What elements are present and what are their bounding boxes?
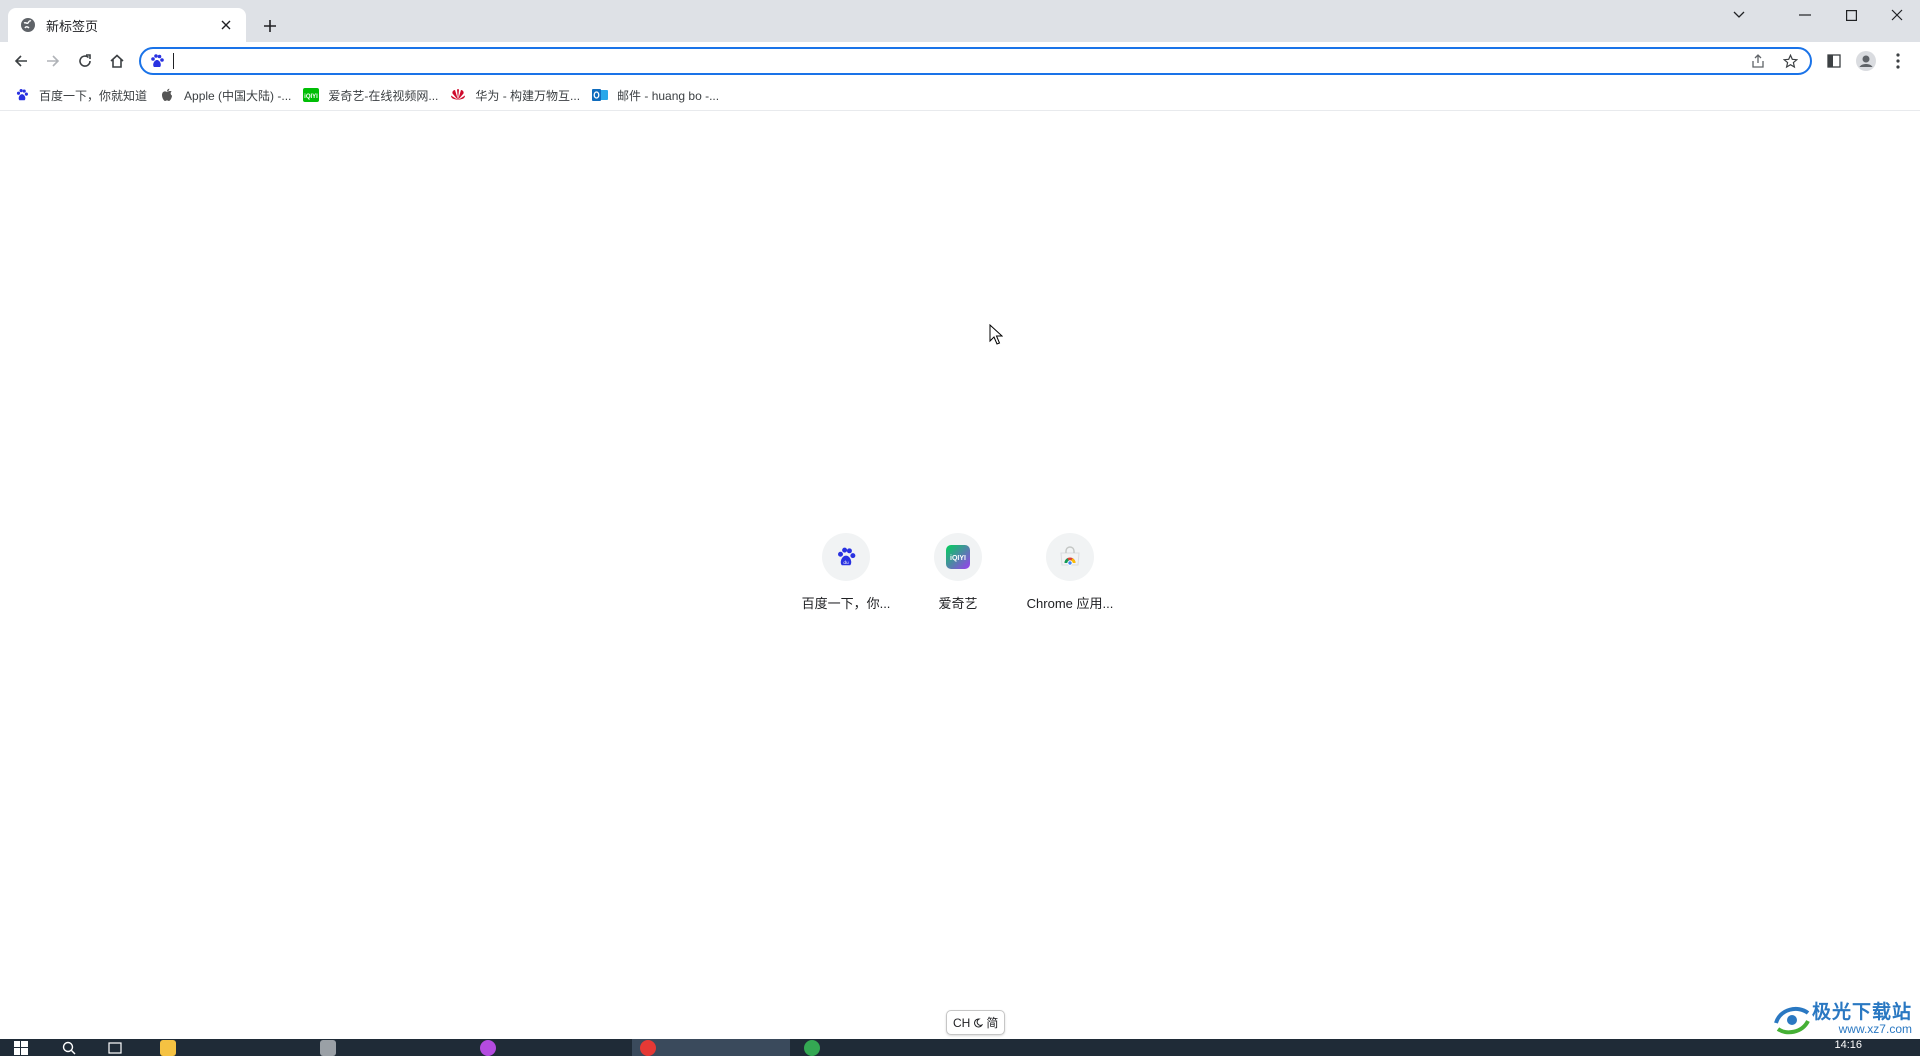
bookmarks-bar: 百度一下，你就知道 Apple (中国大陆) -... iQIYI 爱奇艺-在线… — [0, 80, 1920, 111]
baidu-paw-icon: du — [838, 547, 856, 566]
taskbar-app-file-explorer[interactable] — [152, 1039, 302, 1056]
bookmark-label: 爱奇艺-在线视频网... — [328, 88, 439, 103]
start-button[interactable] — [14, 1039, 46, 1056]
minimize-icon[interactable] — [1782, 0, 1828, 30]
share-icon[interactable] — [1744, 49, 1772, 73]
browser-window: 新标签页 百度一下，你就知道 Apple (中国大陆) -... iQIYI 爱… — [0, 0, 1920, 1056]
chrome-icon — [640, 1039, 656, 1056]
bookmark-star-icon[interactable] — [1776, 49, 1804, 73]
taskbar-app-document[interactable] — [312, 1039, 462, 1056]
address-bar[interactable] — [139, 47, 1812, 75]
paint-icon — [480, 1039, 496, 1056]
arrow-right-icon — [47, 55, 60, 67]
search-tabs-icon[interactable] — [1716, 0, 1762, 30]
bookmark-label: Apple (中国大陆) -... — [184, 88, 292, 103]
reload-button[interactable] — [69, 45, 101, 77]
bookmark-iqiyi[interactable]: iQIYI 爱奇艺-在线视频网... — [299, 82, 446, 108]
ime-language: CH — [953, 1015, 971, 1030]
bookmark-baidu[interactable]: 百度一下，你就知道 — [10, 82, 155, 108]
tab-title: 新标签页 — [46, 18, 99, 34]
taskbar-app-green[interactable] — [796, 1039, 946, 1056]
iqiyi-icon: iQIYI — [946, 545, 970, 569]
apple-icon — [159, 87, 175, 103]
side-panel-icon — [1827, 54, 1841, 68]
ime-mode: 简 — [986, 1016, 999, 1030]
clock-time[interactable]: 14:16 — [1834, 1039, 1862, 1051]
outlook-icon — [592, 87, 609, 103]
task-view-icon[interactable] — [108, 1039, 138, 1056]
toolbar — [0, 42, 1920, 80]
avatar-icon — [1856, 51, 1876, 71]
maximize-icon[interactable] — [1828, 0, 1874, 30]
svg-text:iQIYI: iQIYI — [950, 555, 966, 562]
tab-new-tab[interactable]: 新标签页 — [8, 8, 246, 42]
new-tab-button[interactable] — [256, 12, 284, 40]
taskbar-search-icon[interactable] — [62, 1039, 92, 1056]
arrow-left-icon — [14, 55, 27, 67]
baidu-paw-icon — [14, 87, 30, 103]
shortcut-label: Chrome 应用... — [1026, 596, 1114, 611]
document-icon — [320, 1039, 336, 1056]
new-tab-page: du 百度一下，你... iQIYI 爱奇艺 Chrome 应用... — [0, 111, 1920, 1039]
ime-indicator[interactable]: CH 简 — [946, 1010, 1006, 1035]
address-input[interactable] — [173, 50, 1744, 72]
windows-icon — [14, 1040, 28, 1055]
tile-icon: du — [822, 533, 870, 581]
moon-icon — [974, 1017, 984, 1027]
shortcut-tile-iqiyi[interactable]: iQIYI 爱奇艺 — [902, 525, 1014, 637]
forward-button[interactable] — [37, 45, 69, 77]
taskbar-app-paint[interactable] — [472, 1039, 622, 1056]
kebab-menu-icon — [1896, 53, 1900, 69]
shortcut-label: 爱奇艺 — [938, 596, 978, 611]
site-watermark: 极光下载站 www.xz7.com — [1772, 1001, 1912, 1037]
watermark-logo-icon — [1774, 1006, 1810, 1035]
side-panel-button[interactable] — [1818, 45, 1850, 77]
taskbar-app-chrome[interactable] — [632, 1039, 790, 1056]
app-icon — [804, 1039, 820, 1056]
mouse-pointer-icon — [989, 324, 1003, 345]
menu-button[interactable] — [1882, 45, 1914, 77]
bookmark-apple[interactable]: Apple (中国大陆) -... — [155, 82, 299, 108]
bookmark-outlook-mail[interactable]: 邮件 - huang bo -... — [588, 82, 727, 108]
window-controls — [1716, 0, 1920, 30]
iqiyi-icon: iQIYI — [303, 87, 320, 103]
close-icon[interactable] — [1874, 0, 1920, 30]
plus-icon — [264, 20, 276, 32]
profile-button[interactable] — [1850, 45, 1882, 77]
address-bar-actions — [1744, 49, 1810, 73]
baidu-paw-icon — [149, 53, 165, 69]
shortcut-tile-chrome-web-store[interactable]: Chrome 应用... — [1014, 525, 1126, 637]
tab-strip: 新标签页 — [0, 0, 1920, 42]
shortcut-tile-baidu[interactable]: du 百度一下，你... — [790, 525, 902, 637]
bookmark-label: 百度一下，你就知道 — [39, 88, 148, 103]
tile-icon: iQIYI — [934, 533, 982, 581]
home-icon — [110, 54, 124, 68]
taskbar: 14:16 — [0, 1039, 1920, 1056]
watermark-text: 极光下载站 — [1811, 1001, 1912, 1023]
tile-icon — [1046, 533, 1094, 581]
text-caret — [173, 53, 174, 69]
bookmark-label: 邮件 - huang bo -... — [617, 88, 720, 103]
bookmark-label: 华为 - 构建万物互... — [475, 88, 581, 103]
shortcut-label: 百度一下，你... — [801, 596, 891, 611]
reload-icon — [79, 54, 91, 67]
shortcut-tiles: du 百度一下，你... iQIYI 爱奇艺 Chrome 应用... — [790, 525, 1126, 637]
huawei-icon — [450, 87, 466, 103]
back-button[interactable] — [5, 45, 37, 77]
globe-icon — [20, 17, 36, 33]
chrome-webstore-icon — [1060, 546, 1080, 566]
folder-icon — [160, 1039, 176, 1056]
svg-text:iQIYI: iQIYI — [305, 94, 319, 100]
tab-close-icon[interactable] — [216, 15, 236, 35]
bookmark-huawei[interactable]: 华为 - 构建万物互... — [446, 82, 588, 108]
svg-text:du: du — [843, 560, 849, 566]
home-button[interactable] — [101, 45, 133, 77]
watermark-url: www.xz7.com — [1838, 1021, 1912, 1036]
